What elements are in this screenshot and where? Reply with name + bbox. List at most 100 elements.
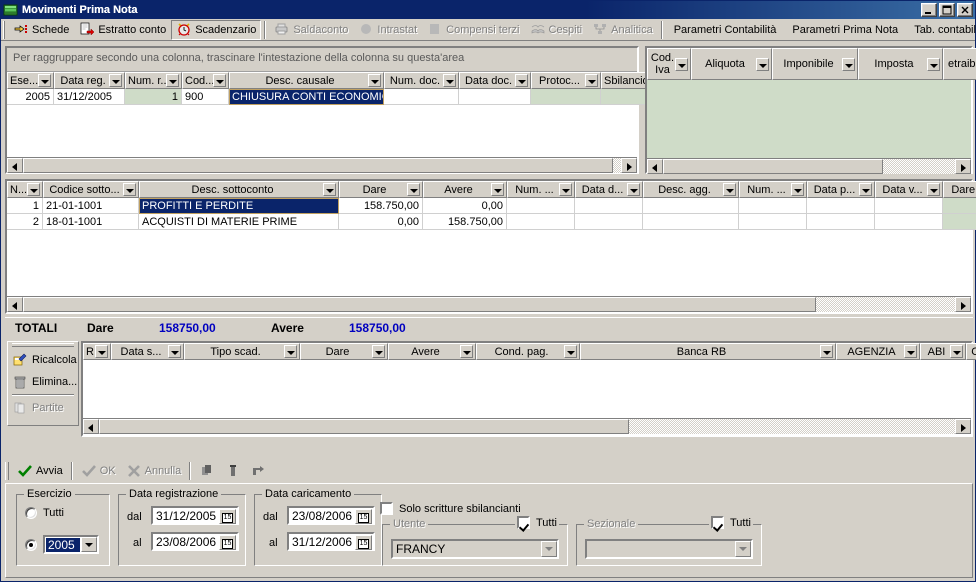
- panel-grip[interactable]: [12, 343, 74, 347]
- table-cell[interactable]: [643, 214, 739, 230]
- table-cell[interactable]: [807, 198, 875, 214]
- data-caricamento-dal-field[interactable]: 23/08/2006 15: [287, 506, 375, 525]
- table-cell[interactable]: 21-01-1001: [43, 198, 139, 214]
- column-header[interactable]: Protoc...: [531, 72, 601, 89]
- column-filter-icon[interactable]: [166, 74, 179, 87]
- column-header[interactable]: Num. doc.: [384, 72, 459, 89]
- column-filter-icon[interactable]: [927, 57, 940, 71]
- table-cell[interactable]: 18-01-1001: [43, 214, 139, 230]
- action-toolbar-grip[interactable]: [5, 462, 9, 480]
- paste-button[interactable]: [220, 461, 246, 481]
- column-header[interactable]: Dare attua: [943, 181, 976, 198]
- table-cell[interactable]: [575, 198, 643, 214]
- column-header[interactable]: Desc. causale: [229, 72, 384, 89]
- toolbar-button-scadenzario[interactable]: Scadenzario: [171, 19, 262, 40]
- sottoconti-grid-hscrollbar[interactable]: [7, 296, 971, 312]
- table-cell[interactable]: [384, 89, 459, 105]
- data-registrazione-dal-field[interactable]: 31/12/2005 15: [151, 506, 239, 525]
- column-filter-icon[interactable]: [284, 345, 297, 358]
- table-cell[interactable]: 0,00: [423, 198, 507, 214]
- column-filter-icon[interactable]: [38, 74, 51, 87]
- scroll-right-icon[interactable]: [621, 158, 637, 173]
- table-cell[interactable]: [459, 89, 531, 105]
- chevron-down-icon[interactable]: [735, 541, 751, 557]
- column-header[interactable]: Data p...: [807, 181, 875, 198]
- column-header[interactable]: Sbilancio: [601, 72, 649, 89]
- column-header[interactable]: etraibi: [943, 48, 976, 80]
- column-filter-icon[interactable]: [756, 57, 769, 71]
- table-cell[interactable]: [875, 198, 943, 214]
- scroll-thumb[interactable]: [23, 297, 816, 312]
- scroll-thumb[interactable]: [663, 159, 883, 174]
- toolbar-button-cespiti[interactable]: Cespiti: [525, 20, 588, 40]
- copy-button[interactable]: [194, 461, 220, 481]
- column-header[interactable]: R...: [83, 343, 111, 360]
- chevron-down-icon[interactable]: [81, 537, 97, 552]
- esercizio-year-combo[interactable]: 2005: [43, 535, 99, 554]
- column-filter-icon[interactable]: [723, 183, 736, 196]
- table-cell[interactable]: [643, 198, 739, 214]
- maximize-button[interactable]: [939, 3, 955, 17]
- avvia-button[interactable]: Avvia: [12, 461, 68, 481]
- column-filter-icon[interactable]: [109, 74, 122, 87]
- column-filter-icon[interactable]: [791, 183, 804, 196]
- calendar-icon[interactable]: 15: [355, 509, 372, 524]
- column-header[interactable]: CAB: [966, 343, 976, 360]
- column-filter-icon[interactable]: [904, 345, 917, 358]
- table-cell[interactable]: 1: [7, 198, 43, 214]
- scroll-right-icon[interactable]: [955, 419, 971, 434]
- table-row[interactable]: 2 18-01-1001 ACQUISTI DI MATERIE PRIME 0,00…: [7, 214, 976, 230]
- column-filter-icon[interactable]: [372, 345, 385, 358]
- group-by-hint[interactable]: Per raggruppare secondo una colonna, tra…: [7, 48, 637, 72]
- table-cell[interactable]: [601, 89, 649, 105]
- column-header[interactable]: Avere: [388, 343, 476, 360]
- column-filter-icon[interactable]: [443, 74, 456, 87]
- column-filter-icon[interactable]: [27, 183, 40, 196]
- column-filter-icon[interactable]: [585, 74, 598, 87]
- column-header[interactable]: Codice sotto...: [43, 181, 139, 198]
- solo-sbilancianti-checkbox[interactable]: [380, 502, 393, 515]
- annulla-button[interactable]: Annulla: [121, 461, 187, 481]
- table-cell[interactable]: 2005: [7, 89, 54, 105]
- table-cell[interactable]: 0,00: [339, 214, 423, 230]
- column-header[interactable]: Data d...: [575, 181, 643, 198]
- toolbar-button-schede[interactable]: Schede: [8, 20, 74, 40]
- minimize-button[interactable]: [921, 3, 937, 17]
- column-header[interactable]: Num. ...: [507, 181, 575, 198]
- column-filter-icon[interactable]: [323, 183, 336, 196]
- table-cell[interactable]: [507, 214, 575, 230]
- table-cell[interactable]: 31/12/2005: [54, 89, 125, 105]
- calendar-icon[interactable]: 15: [219, 535, 236, 550]
- scroll-left-icon[interactable]: [647, 159, 663, 174]
- table-cell[interactable]: 158.750,00: [339, 198, 423, 214]
- table-row[interactable]: 2005 31/12/2005 1 900 CHIUSURA CONTI ECONOMI…: [7, 89, 649, 105]
- toolbar-button-analitica[interactable]: Analitica: [587, 20, 658, 40]
- scroll-track[interactable]: [663, 159, 955, 174]
- column-header[interactable]: ABI: [920, 343, 966, 360]
- scroll-right-icon[interactable]: [955, 297, 971, 312]
- data-registrazione-al-field[interactable]: 23/08/2006 15: [151, 532, 239, 551]
- toolbar-button-estratto-conto[interactable]: Estratto conto: [74, 20, 171, 40]
- column-header[interactable]: Data reg.: [54, 72, 125, 89]
- column-filter-icon[interactable]: [927, 183, 940, 196]
- esercizio-radio-tutti[interactable]: Tutti: [25, 507, 64, 519]
- column-header[interactable]: Tipo scad.: [184, 343, 300, 360]
- column-filter-icon[interactable]: [842, 57, 855, 71]
- column-header[interactable]: Data v...: [875, 181, 943, 198]
- column-header[interactable]: Dare: [339, 181, 423, 198]
- column-filter-icon[interactable]: [95, 345, 108, 358]
- table-cell[interactable]: [739, 198, 807, 214]
- utente-tutti-checkbox[interactable]: [517, 516, 530, 529]
- column-header[interactable]: Banca RB: [580, 343, 836, 360]
- table-cell[interactable]: 900: [182, 89, 229, 105]
- column-header[interactable]: N...: [7, 181, 43, 198]
- table-cell[interactable]: [943, 198, 976, 214]
- column-header[interactable]: Num. r...: [125, 72, 182, 89]
- column-header[interactable]: Avere: [423, 181, 507, 198]
- ok-button[interactable]: OK: [76, 461, 121, 481]
- scroll-track[interactable]: [23, 158, 621, 173]
- column-filter-icon[interactable]: [515, 74, 528, 87]
- table-cell[interactable]: 2: [7, 214, 43, 230]
- column-header[interactable]: AGENZIA: [836, 343, 920, 360]
- column-filter-icon[interactable]: [460, 345, 473, 358]
